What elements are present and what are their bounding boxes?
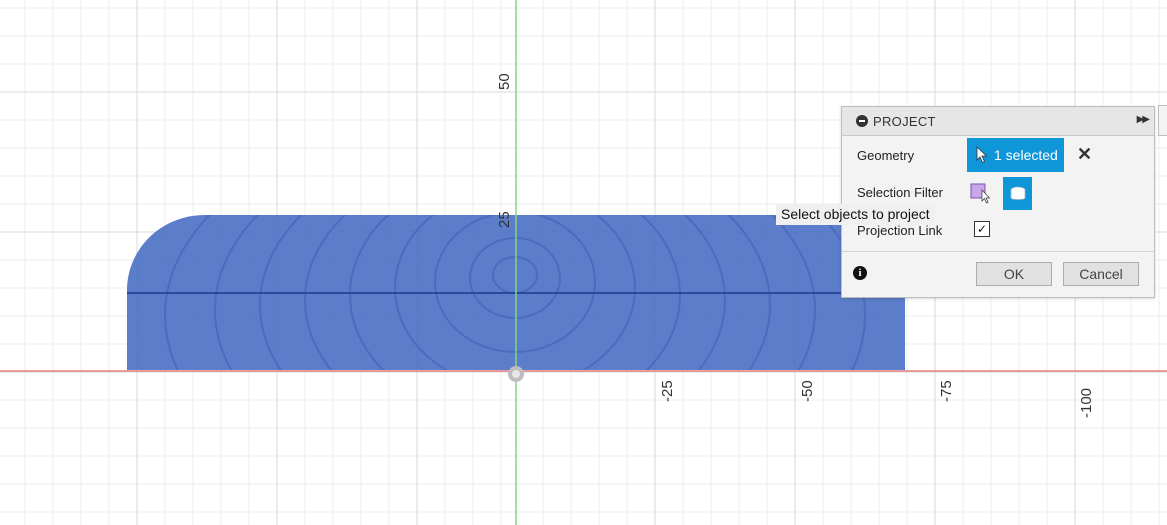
close-icon[interactable]: ✕ [1077,145,1092,163]
tick-label-y-25: 25 [496,211,513,228]
info-icon[interactable]: i [853,266,867,280]
ok-button[interactable]: OK [976,262,1052,286]
footer-divider [842,251,1154,252]
geometry-selected-count: 1 selected [994,147,1058,163]
selection-filter-label: Selection Filter [857,185,943,200]
projection-link-checkbox[interactable]: ✓ [974,221,990,237]
geometry-select-button[interactable]: 1 selected [967,138,1064,172]
tick-label-x-minus-25: -25 [659,380,676,402]
cursor-arrow-icon [976,146,988,164]
origin-point[interactable] [508,366,524,382]
projection-link-label: Projection Link [857,223,943,238]
tooltip: Select objects to project [776,204,935,225]
dialog-header[interactable]: PROJECT ▶▶ [842,107,1154,136]
tick-label-x-minus-100: -100 [1078,388,1095,418]
side-panel-tab[interactable] [1158,105,1167,136]
tick-label-x-minus-50: -50 [799,380,816,402]
project-dialog: PROJECT ▶▶ Geometry 1 selected ✕ Selecti… [841,106,1155,298]
geometry-label: Geometry [857,148,915,163]
double-arrow-right-icon[interactable]: ▶▶ [1137,114,1150,125]
dialog-title: PROJECT [873,113,936,129]
body-filter-button[interactable] [1003,177,1032,210]
minus-circle-icon[interactable] [856,115,868,127]
tick-label-x-minus-75: -75 [938,380,955,402]
cancel-button[interactable]: Cancel [1063,262,1139,286]
tick-label-y-50: 50 [496,73,513,90]
body-select-icon [1010,186,1025,200]
face-select-icon[interactable] [970,182,992,204]
